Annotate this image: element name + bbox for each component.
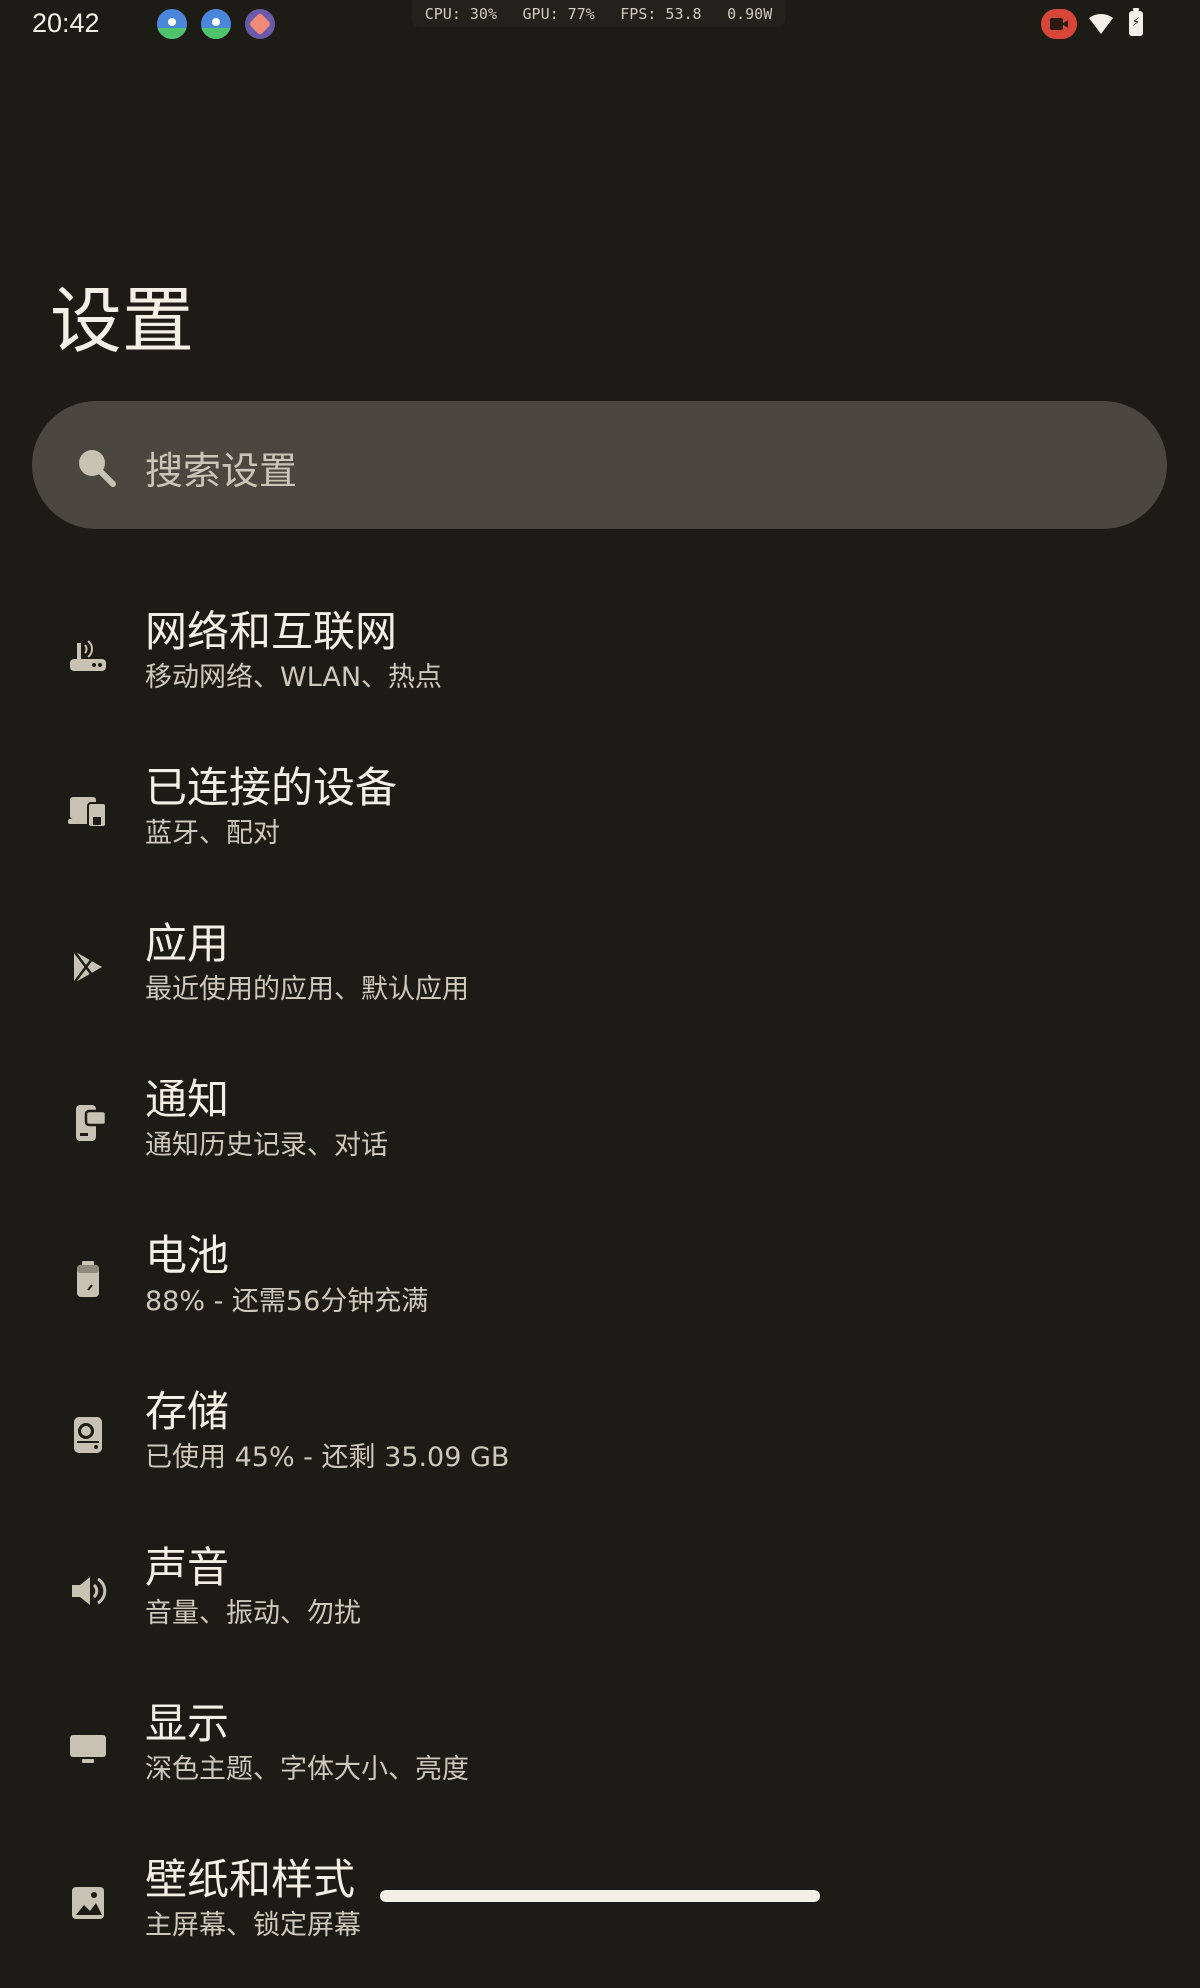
settings-item-sound[interactable]: 声音 音量、振动、勿扰 <box>0 1526 1200 1676</box>
power-readout: 0.90W <box>727 4 773 23</box>
search-icon <box>79 450 116 487</box>
item-title: 已连接的设备 <box>145 763 398 812</box>
settings-item-wallpaper[interactable]: 壁纸和样式 主屏幕、锁定屏幕 <box>0 1838 1200 1988</box>
item-title: 通知 <box>145 1075 230 1124</box>
item-subtitle: 已使用 45% - 还剩 35.09 GB <box>145 1442 510 1473</box>
cpu-readout: CPU: 30% <box>424 4 497 23</box>
item-title: 电池 <box>145 1231 230 1280</box>
status-bar: 20:42 CPU: 30% GPU: 77% FPS: 53.8 0.90W <box>0 0 1200 50</box>
wallpaper-icon <box>72 1887 104 1919</box>
search-input-placeholder[interactable]: 搜索设置 <box>145 440 297 495</box>
settings-item-battery[interactable]: 电池 88% - 还需56分钟充满 <box>0 1214 1200 1364</box>
item-subtitle: 最近使用的应用、默认应用 <box>145 974 469 1005</box>
fps-readout: FPS: 53.8 <box>620 4 702 23</box>
page-title: 设置 <box>50 279 195 363</box>
app-icon-blue <box>157 9 187 39</box>
router-icon <box>70 640 106 671</box>
apps-icon <box>73 950 102 984</box>
screen-rotate-icon <box>245 9 275 39</box>
notification-icon <box>76 1105 108 1141</box>
display-icon <box>70 1735 106 1763</box>
item-title: 网络和互联网 <box>145 607 398 656</box>
battery-icon <box>77 1261 99 1297</box>
item-subtitle: 移动网络、WLAN、热点 <box>145 662 443 693</box>
status-time: 20:42 <box>32 8 100 38</box>
item-subtitle: 深色主题、字体大小、亮度 <box>145 1754 469 1785</box>
battery-charging-icon <box>1129 8 1143 36</box>
gesture-navigation-handle[interactable] <box>380 1890 820 1902</box>
performance-overlay: CPU: 30% GPU: 77% FPS: 53.8 0.90W <box>412 0 785 27</box>
wifi-icon <box>1089 14 1113 34</box>
item-title: 显示 <box>145 1699 230 1748</box>
item-title: 壁纸和样式 <box>145 1855 356 1904</box>
item-subtitle: 蓝牙、配对 <box>145 818 280 849</box>
settings-item-notifications[interactable]: 通知 通知历史记录、对话 <box>0 1058 1200 1208</box>
notification-icons <box>157 9 275 39</box>
settings-item-display[interactable]: 显示 深色主题、字体大小、亮度 <box>0 1682 1200 1832</box>
gpu-readout: GPU: 77% <box>522 4 595 23</box>
storage-icon <box>74 1417 102 1453</box>
screen-record-icon[interactable] <box>1041 9 1077 39</box>
item-subtitle: 通知历史记录、对话 <box>145 1130 388 1161</box>
settings-item-connected-devices[interactable]: 已连接的设备 蓝牙、配对 <box>0 746 1200 896</box>
app-icon-blue <box>201 9 231 39</box>
settings-item-network[interactable]: 网络和互联网 移动网络、WLAN、热点 <box>0 590 1200 740</box>
item-subtitle: 88% - 还需56分钟充满 <box>145 1286 429 1317</box>
settings-item-storage[interactable]: 存储 已使用 45% - 还剩 35.09 GB <box>0 1370 1200 1520</box>
sound-icon <box>72 1577 107 1605</box>
item-title: 声音 <box>145 1543 230 1592</box>
item-title: 应用 <box>145 919 230 968</box>
item-subtitle: 音量、振动、勿扰 <box>145 1598 361 1629</box>
item-subtitle: 主屏幕、锁定屏幕 <box>145 1910 361 1941</box>
settings-item-apps[interactable]: 应用 最近使用的应用、默认应用 <box>0 902 1200 1052</box>
item-title: 存储 <box>145 1387 230 1436</box>
devices-icon <box>68 797 107 828</box>
